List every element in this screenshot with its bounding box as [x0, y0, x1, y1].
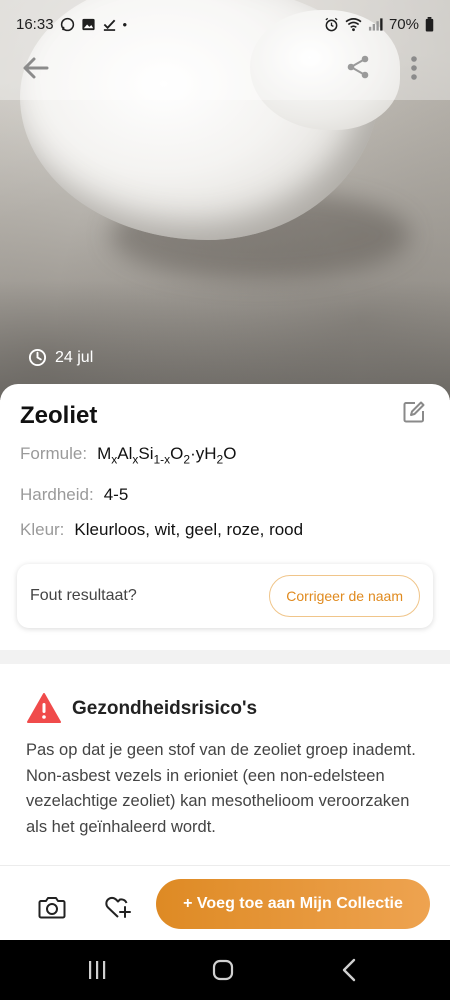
system-nav-bar [0, 940, 450, 1000]
feedback-box: Fout resultaat? Corrigeer de naam [17, 564, 433, 628]
status-time: 16:33 [16, 15, 54, 33]
formula-row: Formule: MxAlxSi1-xO2·yH2O [20, 444, 236, 466]
edit-icon[interactable] [402, 400, 426, 424]
camera-icon[interactable] [38, 894, 66, 920]
health-title: Gezondheidsrisico's [72, 698, 258, 719]
alarm-icon [325, 17, 338, 31]
bottom-action-bar: + Voeg toe aan Mijn Collectie [0, 865, 450, 940]
recent-apps-icon[interactable] [86, 959, 108, 981]
color-value: Kleurloos, wit, geel, roze, rood [74, 520, 304, 539]
status-left: 16:33 • [16, 16, 127, 33]
hardness-row: Hardheid: 4-5 [20, 485, 128, 505]
mineral-info-card: Zeoliet Formule: MxAlxSi1-xO2·yH2O Hardh… [0, 384, 450, 650]
status-bar: 16:33 • 70% [0, 0, 450, 48]
photo-date: 24 jul [28, 348, 93, 367]
add-to-collection-button[interactable]: + Voeg toe aan Mijn Collectie [156, 879, 430, 929]
app-bar [0, 48, 450, 88]
color-row: Kleur: Kleurloos, wit, geel, roze, rood [20, 520, 303, 540]
more-vertical-icon[interactable] [402, 52, 426, 84]
color-label: Kleur: [20, 520, 65, 539]
formula-value: MxAlxSi1-xO2·yH2O [97, 444, 237, 467]
back-arrow-icon[interactable] [20, 52, 52, 84]
battery-icon [425, 16, 434, 32]
home-icon[interactable] [212, 959, 234, 981]
mineral-name: Zeoliet [20, 402, 98, 429]
photo-date-text: 24 jul [55, 348, 94, 366]
share-icon[interactable] [345, 54, 371, 80]
warning-icon [27, 693, 61, 723]
formula-label: Formule: [20, 444, 88, 463]
signal-icon [368, 18, 383, 31]
heart-plus-icon[interactable] [104, 894, 132, 920]
hardness-value: 4-5 [103, 485, 129, 504]
wifi-icon [345, 17, 362, 31]
status-right: 70% [324, 16, 434, 33]
battery-percent: 70% [388, 15, 419, 33]
health-risk-card: Gezondheidsrisico's Pas op dat je geen s… [0, 664, 450, 870]
nav-back-icon[interactable] [340, 957, 358, 983]
download-done-icon [103, 19, 115, 31]
photo-bottom-gradient [0, 280, 450, 400]
clock-icon [28, 348, 47, 367]
notification-dot-icon: • [122, 16, 128, 32]
whatsapp-icon [60, 17, 74, 31]
health-text: Pas op dat je geen stof van de zeoliet g… [26, 741, 416, 836]
correct-name-button[interactable]: Corrigeer de naam [269, 575, 420, 617]
feedback-question: Fout resultaat? [30, 587, 137, 604]
hardness-label: Hardheid: [20, 485, 94, 504]
gallery-icon [81, 18, 95, 30]
